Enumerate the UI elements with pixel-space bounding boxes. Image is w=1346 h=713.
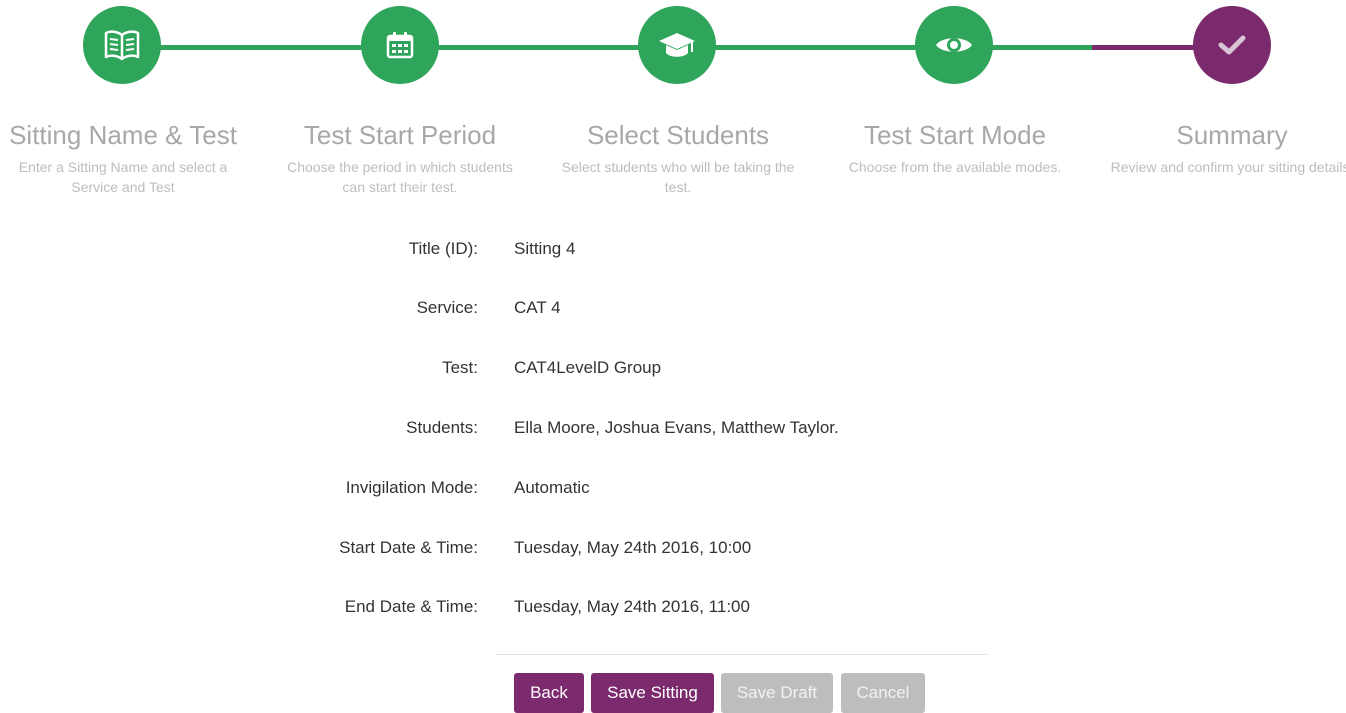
summary-row-end: End Date & Time: Tuesday, May 24th 2016,… bbox=[0, 588, 1346, 628]
graduation-cap-icon bbox=[657, 30, 697, 60]
summary-label: Test: bbox=[442, 358, 478, 377]
summary-label: Service: bbox=[416, 298, 478, 317]
step-title: Test Start Period bbox=[303, 120, 497, 150]
summary-row-start: Start Date & Time: Tuesday, May 24th 201… bbox=[0, 529, 1346, 569]
step-description: Select students who will be taking the t… bbox=[561, 159, 795, 195]
summary-row-invigilation: Invigilation Mode: Automatic bbox=[0, 469, 1346, 509]
cancel-button[interactable]: Cancel bbox=[841, 673, 925, 713]
summary-row-title: Title (ID): Sitting 4 bbox=[0, 230, 1346, 270]
save-sitting-button[interactable]: Save Sitting bbox=[591, 673, 714, 713]
summary-value: Tuesday, May 24th 2016, 11:00 bbox=[514, 597, 750, 616]
summary-label: End Date & Time: bbox=[344, 597, 478, 616]
summary-row-students: Students: Ella Moore, Joshua Evans, Matt… bbox=[0, 409, 1346, 449]
eye-icon bbox=[934, 32, 974, 58]
summary-label: Title (ID): bbox=[408, 239, 478, 258]
divider bbox=[496, 654, 988, 655]
step-title: Select Students bbox=[586, 120, 770, 150]
step-2-text: Test Start Period Choose the period in w… bbox=[277, 120, 523, 197]
step-3-text: Select Students Select students who will… bbox=[555, 120, 801, 197]
summary-row-service: Service: CAT 4 bbox=[0, 289, 1346, 329]
step-description: Choose the period in which students can … bbox=[287, 159, 513, 195]
step-title: Test Start Mode bbox=[863, 120, 1047, 150]
step-4-text: Test Start Mode Choose from the availabl… bbox=[832, 120, 1078, 177]
step-title: Sitting Name & Test bbox=[9, 120, 237, 150]
step-connector bbox=[399, 45, 678, 50]
step-description: Enter a Sitting Name and select a Servic… bbox=[18, 159, 228, 195]
step-1-button[interactable] bbox=[83, 6, 161, 84]
step-description: Review and confirm your sitting details. bbox=[1110, 159, 1346, 175]
summary-label: Invigilation Mode: bbox=[345, 478, 478, 497]
open-book-icon bbox=[103, 28, 141, 62]
summary-label: Start Date & Time: bbox=[339, 538, 478, 557]
calendar-icon bbox=[385, 30, 415, 60]
summary-value: Tuesday, May 24th 2016, 10:00 bbox=[514, 538, 752, 557]
summary-value: Sitting 4 bbox=[514, 239, 576, 258]
summary-label: Students: bbox=[406, 418, 478, 437]
summary-row-test: Test: CAT4LevelD Group bbox=[0, 349, 1346, 389]
step-5-button[interactable] bbox=[1193, 6, 1271, 84]
step-5-text: Summary Review and confirm your sitting … bbox=[1109, 120, 1346, 177]
step-title: Summary bbox=[1176, 120, 1288, 150]
step-description: Choose from the available modes. bbox=[848, 159, 1062, 175]
save-draft-button[interactable]: Save Draft bbox=[721, 673, 833, 713]
checkmark-icon bbox=[1218, 34, 1246, 56]
summary-value: Automatic bbox=[514, 478, 590, 497]
step-1-text: Sitting Name & Test Enter a Sitting Name… bbox=[0, 120, 246, 197]
summary-value: CAT 4 bbox=[514, 298, 561, 317]
wizard-stepper: Sitting Name & Test Enter a Sitting Name… bbox=[0, 0, 1346, 200]
step-3-button[interactable] bbox=[638, 6, 716, 84]
step-2-button[interactable] bbox=[361, 6, 439, 84]
summary-value: Ella Moore, Joshua Evans, Matthew Taylor… bbox=[514, 418, 839, 437]
step-4-button[interactable] bbox=[915, 6, 993, 84]
step-connector bbox=[676, 45, 955, 50]
step-connector bbox=[122, 45, 401, 50]
summary-value: CAT4LevelD Group bbox=[514, 358, 662, 377]
back-button[interactable]: Back bbox=[514, 673, 584, 713]
